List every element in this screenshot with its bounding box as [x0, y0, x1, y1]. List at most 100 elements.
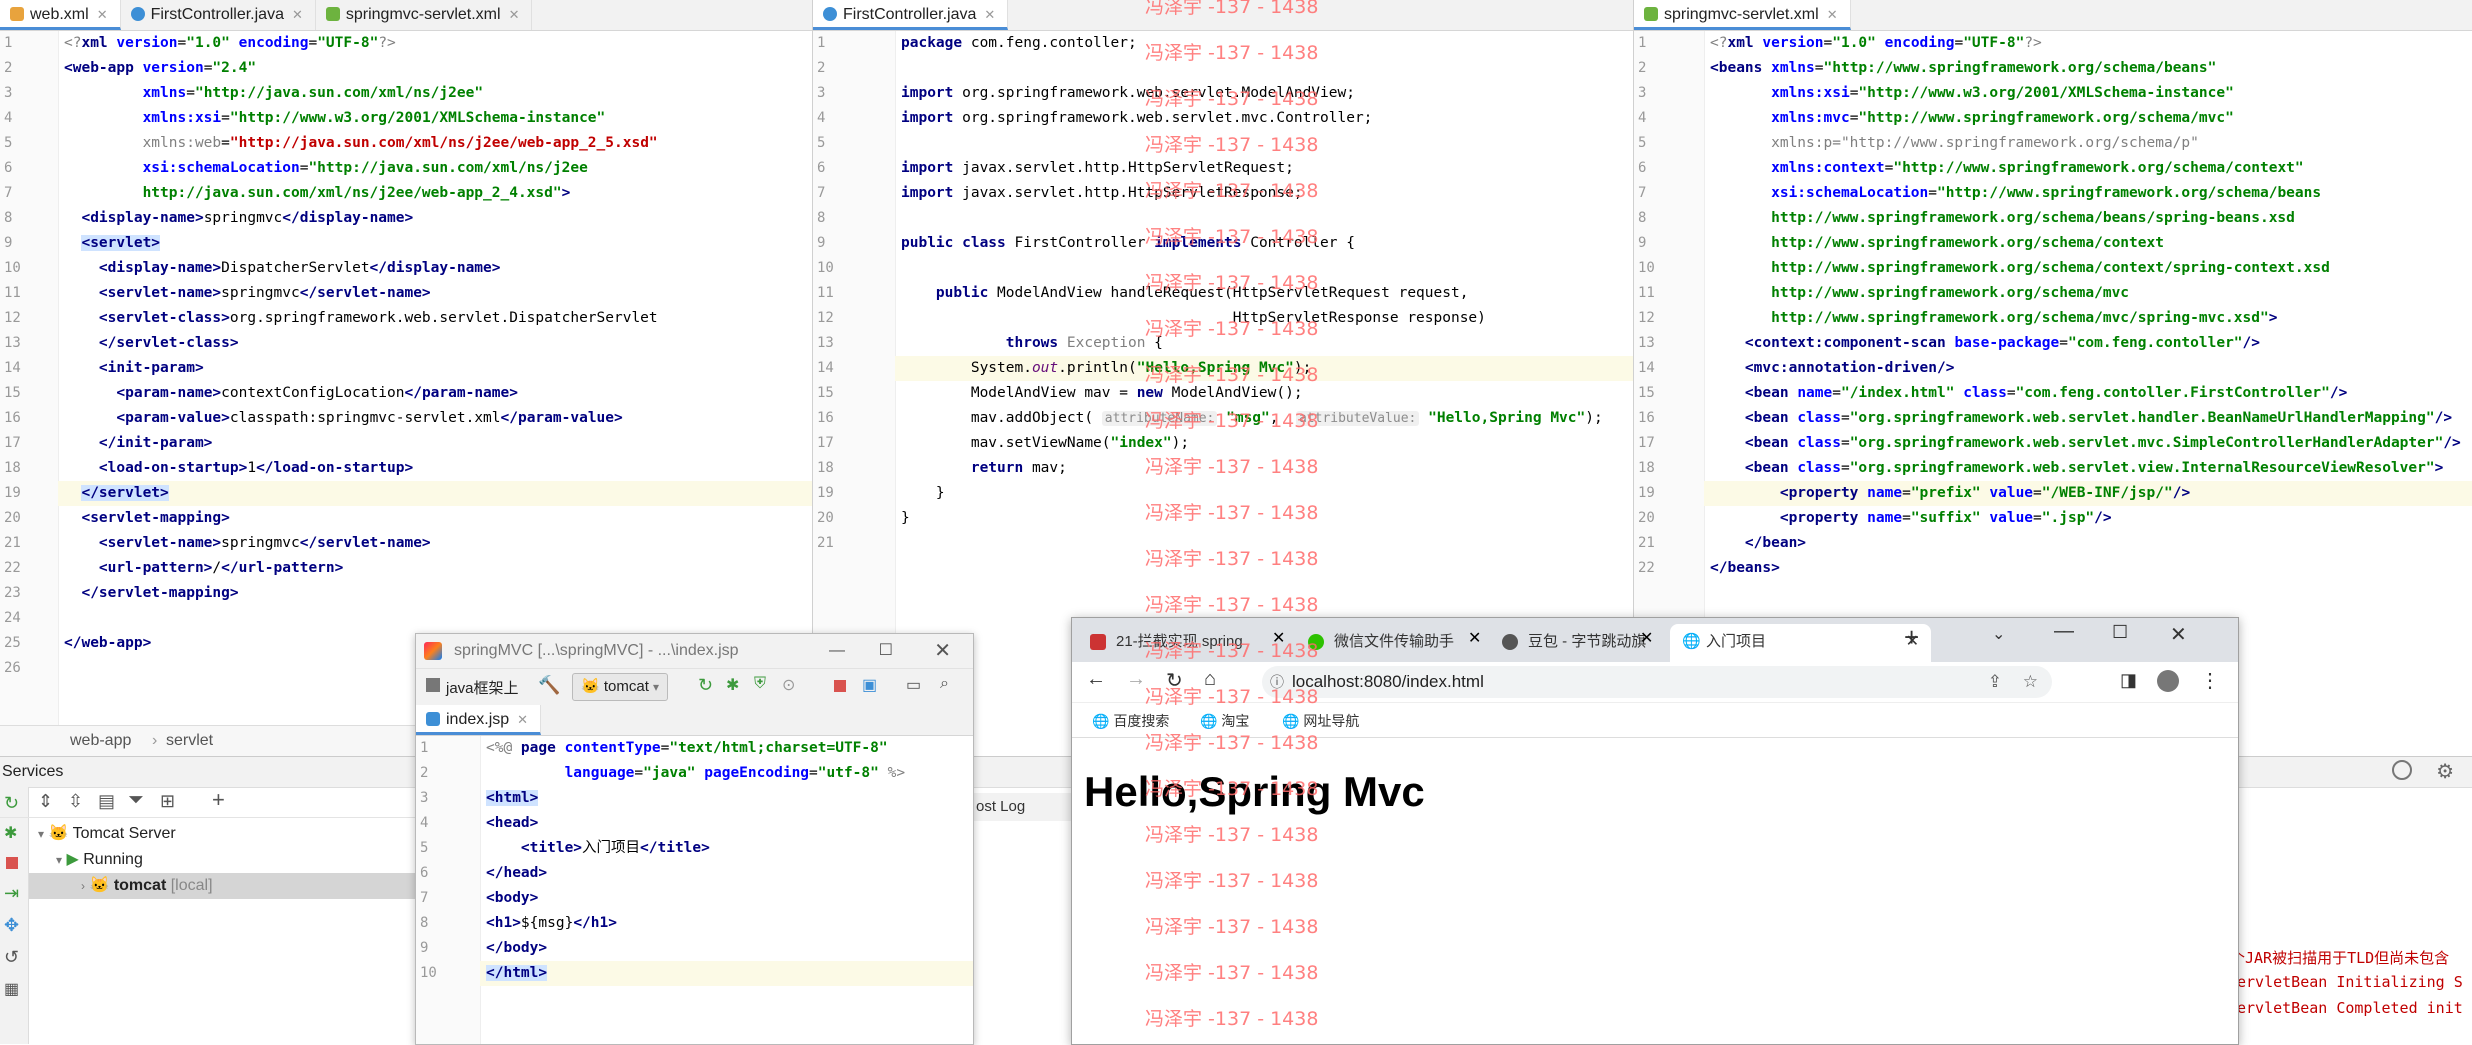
minimize-button[interactable]: —	[829, 634, 845, 668]
code-line[interactable]: </servlet-mapping>	[64, 581, 238, 606]
tree-item-running[interactable]: ▾ ▶ Running	[56, 847, 143, 873]
code-line[interactable]: <title>入门项目</title>	[486, 836, 710, 861]
forward-icon[interactable]: →	[1126, 668, 1146, 691]
code-line[interactable]: </html>	[486, 961, 548, 986]
code-editor[interactable]: 1 <?xml version="1.0" encoding="UTF-8"?> 2…	[0, 31, 812, 725]
code-line[interactable]: <web-app version="2.4"	[64, 56, 256, 81]
code-line[interactable]: <bean class="org.springframework.web.ser…	[1710, 406, 2452, 431]
code-line[interactable]: <display-name>DispatcherServlet</display…	[64, 256, 501, 281]
code-line[interactable]: xmlns:p="http://www.springframework.org/…	[1710, 131, 2199, 156]
debug-icon[interactable]: ✱	[4, 823, 17, 843]
code-line[interactable]: <servlet-name>springmvc</servlet-name>	[64, 531, 431, 556]
profile-icon[interactable]: ⊙	[782, 675, 795, 695]
code-line[interactable]: </web-app>	[64, 631, 151, 656]
close-button[interactable]: ✕	[2170, 622, 2187, 647]
code-line[interactable]: xmlns:context="http://www.springframewor…	[1710, 156, 2304, 181]
code-line[interactable]: mav.addObject( attributeName: "msg", att…	[901, 406, 1603, 431]
code-line[interactable]: import org.springframework.web.servlet.M…	[901, 81, 1355, 106]
code-line[interactable]: mav.setViewName("index");	[901, 431, 1189, 456]
code-line[interactable]: xmlns:mvc="http://www.springframework.or…	[1710, 106, 2234, 131]
code-line[interactable]: public class FirstController implements …	[901, 231, 1355, 256]
home-icon[interactable]: ⌂	[1204, 668, 1216, 691]
browser-tab[interactable]: 豆包 - 字节跳动旗	[1492, 624, 1698, 662]
build-icon[interactable]: 🔨	[538, 675, 560, 696]
tab-search-button[interactable]: ⌄	[1992, 624, 2005, 644]
collapse-all-icon[interactable]: ⇳	[68, 791, 83, 812]
coverage-icon[interactable]: ⛨	[754, 675, 766, 693]
code-line[interactable]: xsi:schemaLocation="http://www.springfra…	[1710, 181, 2321, 206]
code-line[interactable]: xmlns:xsi="http://www.w3.org/2001/XMLSch…	[64, 106, 606, 131]
code-line[interactable]: import org.springframework.web.servlet.m…	[901, 106, 1372, 131]
close-icon[interactable]: ✕	[97, 7, 108, 22]
code-line[interactable]: xmlns="http://java.sun.com/xml/ns/j2ee"	[64, 81, 483, 106]
crosshair-icon[interactable]	[2392, 760, 2412, 780]
code-line[interactable]: <head>	[486, 811, 538, 836]
maximize-button[interactable]: ☐	[2112, 622, 2128, 643]
tab-web-xml[interactable]: web.xml ✕	[0, 0, 121, 30]
close-icon[interactable]: ✕	[509, 7, 520, 22]
tab-springmvc-servlet[interactable]: springmvc-servlet.xml ✕	[316, 0, 533, 30]
close-button[interactable]: ✕	[934, 634, 951, 668]
code-line[interactable]: }	[901, 506, 910, 531]
code-line[interactable]: <h1>${msg}</h1>	[486, 911, 617, 936]
code-line[interactable]: package com.feng.contoller;	[901, 31, 1137, 56]
breadcrumb-item[interactable]: servlet	[166, 726, 213, 756]
code-line[interactable]: return mav;	[901, 456, 1067, 481]
layout-icon[interactable]: ▦	[4, 979, 19, 999]
tab-index-jsp[interactable]: index.jsp ✕	[416, 705, 542, 735]
code-line[interactable]: language="java" pageEncoding="utf-8" %>	[486, 761, 906, 786]
add-service-icon[interactable]: +	[212, 787, 225, 813]
refresh-icon[interactable]: ↺	[4, 947, 19, 968]
code-line[interactable]: ModelAndView mav = new ModelAndView();	[901, 381, 1303, 406]
code-line[interactable]: throws Exception {	[901, 331, 1163, 356]
expand-all-icon[interactable]: ⇕	[38, 791, 53, 812]
breadcrumb-item[interactable]: web-app	[70, 726, 131, 756]
back-icon[interactable]: ←	[1086, 668, 1106, 691]
code-line[interactable]: </body>	[486, 936, 547, 961]
close-tab-icon[interactable]: ✕	[1468, 628, 1481, 648]
tree-item-tomcat-local[interactable]: › 🐱 tomcat [local]	[29, 873, 415, 899]
avatar[interactable]	[2157, 670, 2179, 692]
group-icon[interactable]: ▤	[98, 791, 115, 812]
share-icon[interactable]: ⇪	[1988, 666, 2002, 698]
code-line[interactable]: <servlet-mapping>	[64, 506, 229, 531]
minimize-button[interactable]: —	[2054, 620, 2074, 643]
window-titlebar[interactable]: springMVC [...\springMVC] - ...\index.js…	[416, 634, 973, 669]
tree-item-tomcat-server[interactable]: ▾ 🐱 Tomcat Server	[38, 821, 176, 847]
address-bar[interactable]: ⓘ localhost:8080/index.html ⇪ ☆	[1262, 666, 2052, 698]
code-line[interactable]: http://www.springframework.org/schema/co…	[1710, 256, 2330, 281]
code-line[interactable]: <servlet-name>springmvc</servlet-name>	[64, 281, 431, 306]
window-icon[interactable]: ▭	[906, 675, 921, 695]
code-line[interactable]: import javax.servlet.http.HttpServletRes…	[901, 181, 1303, 206]
stop-icon[interactable]	[834, 680, 846, 692]
code-line[interactable]: <beans xmlns="http://www.springframework…	[1710, 56, 2216, 81]
deploy-icon[interactable]: ⇥	[4, 883, 19, 904]
code-line[interactable]: </beans>	[1710, 556, 1780, 581]
code-line[interactable]: xmlns:xsi="http://www.w3.org/2001/XMLSch…	[1710, 81, 2234, 106]
code-line[interactable]: xsi:schemaLocation="http://java.sun.com/…	[64, 156, 588, 181]
close-icon[interactable]: ✕	[517, 712, 528, 727]
code-line[interactable]: import javax.servlet.http.HttpServletReq…	[901, 156, 1294, 181]
debug-icon[interactable]: ✱	[726, 675, 739, 695]
code-line[interactable]: http://www.springframework.org/schema/be…	[1710, 206, 2295, 231]
code-line[interactable]: }	[901, 481, 945, 506]
code-line[interactable]: <property name="suffix" value=".jsp"/>	[1710, 506, 2112, 531]
close-icon[interactable]: ✕	[1827, 7, 1838, 22]
code-line[interactable]: </bean>	[1710, 531, 1806, 556]
code-line[interactable]: public ModelAndView handleRequest(HttpSe…	[901, 281, 1469, 306]
code-line[interactable]: <bean class="org.springframework.web.ser…	[1710, 456, 2443, 481]
rerun-icon[interactable]: ↻	[698, 675, 713, 696]
sidebar-icon[interactable]: ◨	[2120, 670, 2137, 691]
code-line[interactable]: HttpServletResponse response)	[901, 306, 1486, 331]
search-icon[interactable]: ⌕	[940, 675, 949, 693]
browser-tab-active[interactable]: 🌐 入门项目 ✕	[1670, 624, 1931, 662]
code-line[interactable]: <html>	[486, 786, 539, 811]
code-editor[interactable]: 1 <%@ page contentType="text/html;charset…	[416, 736, 973, 1044]
code-line[interactable]: <load-on-startup>1</load-on-startup>	[64, 456, 413, 481]
code-line[interactable]: <bean class="org.springframework.web.ser…	[1710, 431, 2461, 456]
code-line[interactable]: <init-param>	[64, 356, 204, 381]
code-line[interactable]: </servlet>	[64, 481, 169, 506]
tab-springmvc-servlet[interactable]: springmvc-servlet.xml ✕	[1634, 0, 1851, 30]
code-line[interactable]: http://www.springframework.org/schema/mv…	[1710, 281, 2129, 306]
stop-icon[interactable]	[6, 857, 18, 869]
